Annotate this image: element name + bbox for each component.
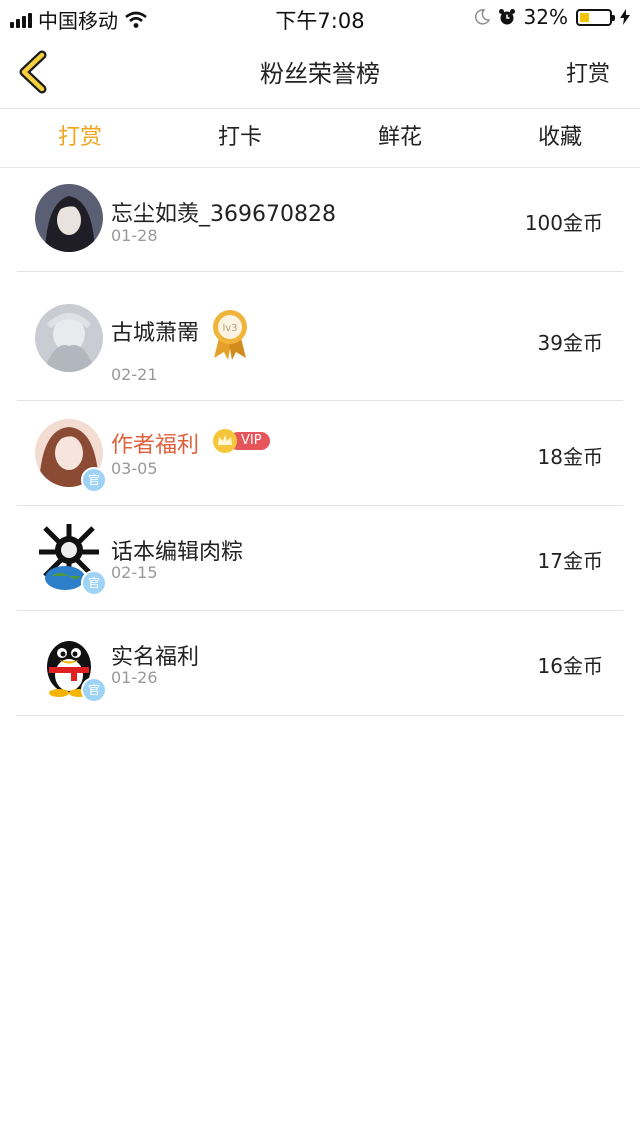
user-name[interactable]: 实名福利 (111, 639, 199, 671)
tab-checkin[interactable]: 打卡 (160, 109, 320, 167)
tip-date: 03-05 (111, 459, 158, 478)
avatar-image (35, 304, 103, 372)
status-bar: 中国移动 下午7:08 32% (0, 0, 640, 36)
user-name[interactable]: 话本编辑肉粽 (111, 534, 243, 566)
tab-flowers[interactable]: 鲜花 (320, 109, 480, 167)
charging-bolt-icon (620, 9, 630, 25)
list-item[interactable]: 官 话本编辑肉粽 02-15 17金币 (17, 506, 623, 611)
official-badge-icon: 官 (81, 570, 107, 596)
avatar[interactable] (35, 304, 103, 372)
tip-date: 02-21 (111, 365, 158, 384)
fan-ranking-list: 忘尘如羡_369670828 01-28 100金币 古城萧罱 lv3 02-2… (17, 168, 623, 716)
list-item[interactable]: 古城萧罱 lv3 02-21 39金币 (17, 272, 623, 401)
tip-button[interactable]: 打赏 (566, 56, 610, 88)
page-title: 粉丝荣誉榜 (260, 60, 380, 88)
user-name[interactable]: 古城萧罱 (111, 315, 199, 347)
user-name[interactable]: 作者福利 (111, 427, 199, 459)
level-medal-icon: lv3 (213, 310, 247, 360)
tip-date: 01-28 (111, 226, 158, 245)
list-item[interactable]: 忘尘如羡_369670828 01-28 100金币 (17, 168, 623, 272)
coin-amount: 100金币 (524, 211, 603, 235)
coin-amount: 18金币 (537, 445, 603, 469)
avatar[interactable] (35, 184, 103, 252)
user-name[interactable]: 忘尘如羡_369670828 (111, 196, 336, 228)
avatar[interactable]: 官 (35, 629, 107, 703)
alarm-icon (498, 9, 515, 25)
avatar[interactable]: 官 (35, 419, 107, 493)
list-item[interactable]: 官 作者福利 VIP 03-05 18金币 (17, 401, 623, 506)
status-right: 32% (474, 5, 630, 29)
tab-favorites[interactable]: 收藏 (480, 109, 640, 167)
coin-amount: 17金币 (537, 549, 603, 573)
vip-badge: VIP (213, 429, 270, 453)
crown-icon (213, 429, 237, 453)
official-badge-icon: 官 (81, 677, 107, 703)
official-badge-icon: 官 (81, 467, 107, 493)
level-badge-text: lv3 (222, 323, 237, 334)
moon-icon (474, 9, 490, 25)
tab-bar: 打赏 打卡 鲜花 收藏 (0, 109, 640, 168)
list-item[interactable]: 官 实名福利 01-26 16金币 (17, 611, 623, 716)
avatar-image (35, 184, 103, 252)
tab-tip[interactable]: 打赏 (0, 109, 160, 167)
tip-date: 01-26 (111, 668, 158, 687)
nav-bar: 粉丝荣誉榜 打赏 (0, 36, 640, 109)
coin-amount: 16金币 (537, 654, 603, 678)
tip-date: 02-15 (111, 563, 158, 582)
coin-amount: 39金币 (537, 331, 603, 355)
avatar[interactable]: 官 (35, 522, 107, 596)
battery-icon (576, 8, 615, 26)
battery-percent: 32% (523, 5, 568, 29)
